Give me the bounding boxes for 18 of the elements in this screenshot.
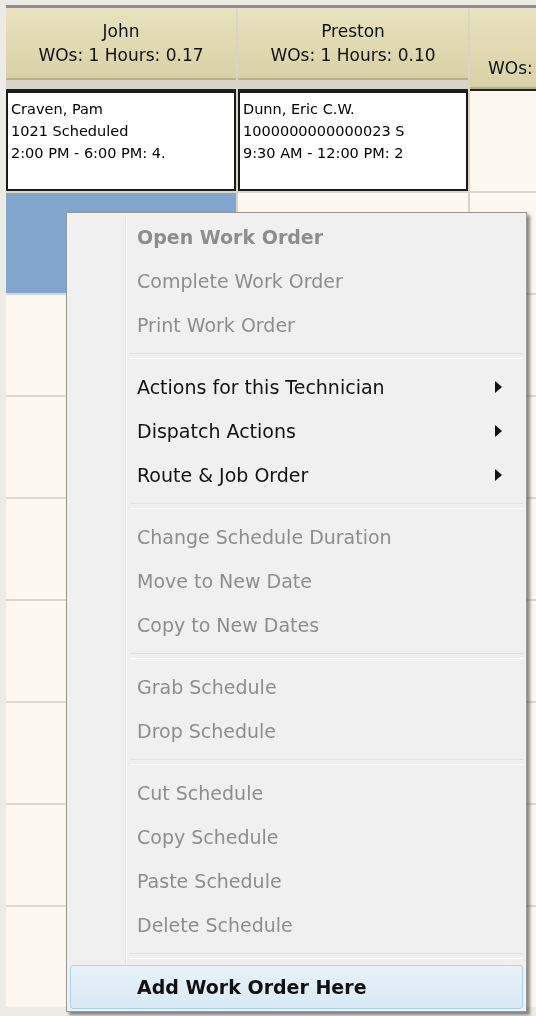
work-order-card[interactable]: Dunn, Eric C.W. 1000000000000023 S 9:30 AM - 12:00 PM: 2 bbox=[238, 91, 468, 191]
card-line: 1000000000000023 S bbox=[243, 123, 406, 139]
card-line: 2:00 PM - 6:00 PM: 4. bbox=[11, 145, 167, 161]
menu-item[interactable]: Actions for this Technician bbox=[70, 365, 523, 409]
menu-item[interactable]: Route & Job Order bbox=[70, 453, 523, 497]
card-line: 1021 Scheduled bbox=[11, 123, 130, 139]
card-line: 9:30 AM - 12:00 PM: 2 bbox=[243, 145, 405, 161]
technician-name: Preston bbox=[321, 21, 385, 41]
work-order-card[interactable]: Craven, Pam 1021 Scheduled 2:00 PM - 6:00 PM: 4. bbox=[6, 91, 236, 191]
card-line: Craven, Pam bbox=[11, 101, 104, 117]
schedule-slot[interactable] bbox=[470, 89, 536, 191]
card-line: Dunn, Eric C.W. bbox=[243, 101, 356, 117]
technician-summary: WOs: 1 Hours: 0.10 bbox=[270, 45, 436, 65]
technician-summary: WOs: 1 Hours: 0.17 bbox=[38, 45, 204, 65]
menu-item[interactable]: Add Work Order Here bbox=[70, 965, 523, 1009]
technician-name: John bbox=[102, 21, 140, 41]
technician-summary: WOs: bbox=[488, 58, 533, 78]
menu-item[interactable]: Dispatch Actions bbox=[70, 409, 523, 453]
